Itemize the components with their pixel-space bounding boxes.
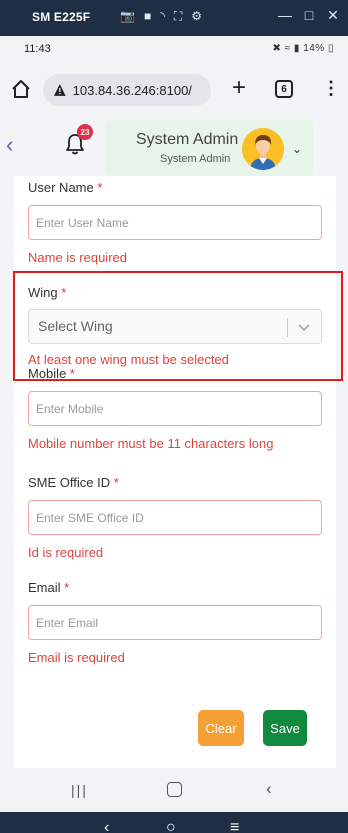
signal-icon: ▮ [293,43,300,54]
address-bar[interactable]: 103.84.36.246:8100/ [43,74,211,106]
avatar [242,128,284,170]
screen: SM E225F 📷 ■ ◝ ⛶ ⚙ — □ ✕ 11:43 ✖ ≈ ▮ 14%… [0,0,348,833]
mobile-placeholder: Enter Mobile [36,401,104,416]
mirror-home-icon[interactable]: ○ [166,820,176,833]
user-name-label-text: User Name [28,180,94,195]
mute-icon: ✖ [272,43,282,54]
sme-office-id-placeholder: Enter SME Office ID [36,510,144,525]
user-name-error: Name is required [28,250,127,265]
clear-button[interactable]: Clear [198,710,244,746]
email-placeholder: Enter Email [36,615,99,630]
status-icons: ✖ ≈ ▮ 14% ▯ [272,43,334,54]
app-header: ‹ 23 System Admin System Admin ⌄ [0,116,348,176]
video-record-icon[interactable]: ■ [144,9,151,24]
mirror-title-bar: SM E225F 📷 ■ ◝ ⛶ ⚙ — □ ✕ [0,0,348,36]
user-form: User Name * Enter User Name Name is requ… [14,176,336,768]
mirror-back-icon[interactable]: ‹ [104,820,109,833]
wifi-icon: ≈ [284,43,291,54]
url-text: 103.84.36.246:8100/ [72,82,192,98]
back-nav-icon[interactable]: ‹ [266,779,272,799]
mirror-toolbar: 📷 ■ ◝ ⛶ ⚙ [120,9,202,24]
settings-gear-icon[interactable]: ⚙ [191,9,202,24]
android-status-bar: 11:43 ✖ ≈ ▮ 14% ▯ [0,36,348,64]
close-icon[interactable]: ✕ [326,7,340,24]
user-name-input[interactable]: Enter User Name [28,205,322,240]
maximize-icon[interactable]: □ [302,7,316,24]
required-mark: * [113,475,119,490]
battery-percent: 14% [303,43,325,54]
mirror-bottom-bar: ‹ ○ ≡ [0,812,348,833]
status-time: 11:43 [24,43,51,55]
new-tab-plus-icon[interactable]: + [228,76,250,100]
minimize-icon[interactable]: — [278,7,292,24]
user-role: System Admin [160,153,231,165]
user-name-label: User Name * [28,180,102,195]
required-mark: * [97,180,103,195]
save-button[interactable]: Save [263,710,307,746]
home-icon[interactable] [10,78,32,100]
mirror-menu-icon[interactable]: ≡ [230,820,239,833]
wing-field-highlight [13,271,343,381]
window-controls: — □ ✕ [278,7,340,24]
tab-switcher-button[interactable]: 6 [275,80,293,98]
sme-office-id-label: SME Office ID * [28,475,119,490]
user-name: System Admin [136,131,239,148]
device-name: SM E225F [32,10,91,24]
browser-toolbar: 103.84.36.246:8100/ + 6 ⋮ [0,64,348,116]
user-name-placeholder: Enter User Name [36,215,129,230]
headset-icon[interactable]: ◝ [160,9,165,24]
required-mark: * [64,580,70,595]
battery-icon: ▯ [327,43,334,54]
sme-office-id-label-text: SME Office ID [28,475,111,490]
user-menu[interactable]: System Admin System Admin ⌄ [106,120,313,176]
email-label: Email * [28,580,69,595]
home-nav-icon[interactable] [167,782,182,797]
email-input[interactable]: Enter Email [28,605,322,640]
sme-office-id-error: Id is required [28,545,104,560]
mobile-error: Mobile number must be 11 characters long [28,436,274,451]
browser-menu-icon[interactable]: ⋮ [322,78,340,98]
notification-count-badge: 23 [77,124,93,140]
camera-icon[interactable]: 📷 [120,9,135,24]
user-avatar-icon [242,128,284,170]
email-label-text: Email [28,580,61,595]
sme-office-id-input[interactable]: Enter SME Office ID [28,500,322,535]
not-secure-warning-icon[interactable] [53,83,67,97]
android-nav-bar: ||| ‹ [0,768,348,812]
sidebar-toggle-chevron-icon[interactable]: ‹ [6,132,13,158]
fullscreen-icon[interactable]: ⛶ [174,9,182,24]
recent-apps-icon[interactable]: ||| [71,782,88,798]
chevron-down-icon[interactable]: ⌄ [292,142,302,156]
email-error: Email is required [28,650,125,665]
mobile-input[interactable]: Enter Mobile [28,391,322,426]
